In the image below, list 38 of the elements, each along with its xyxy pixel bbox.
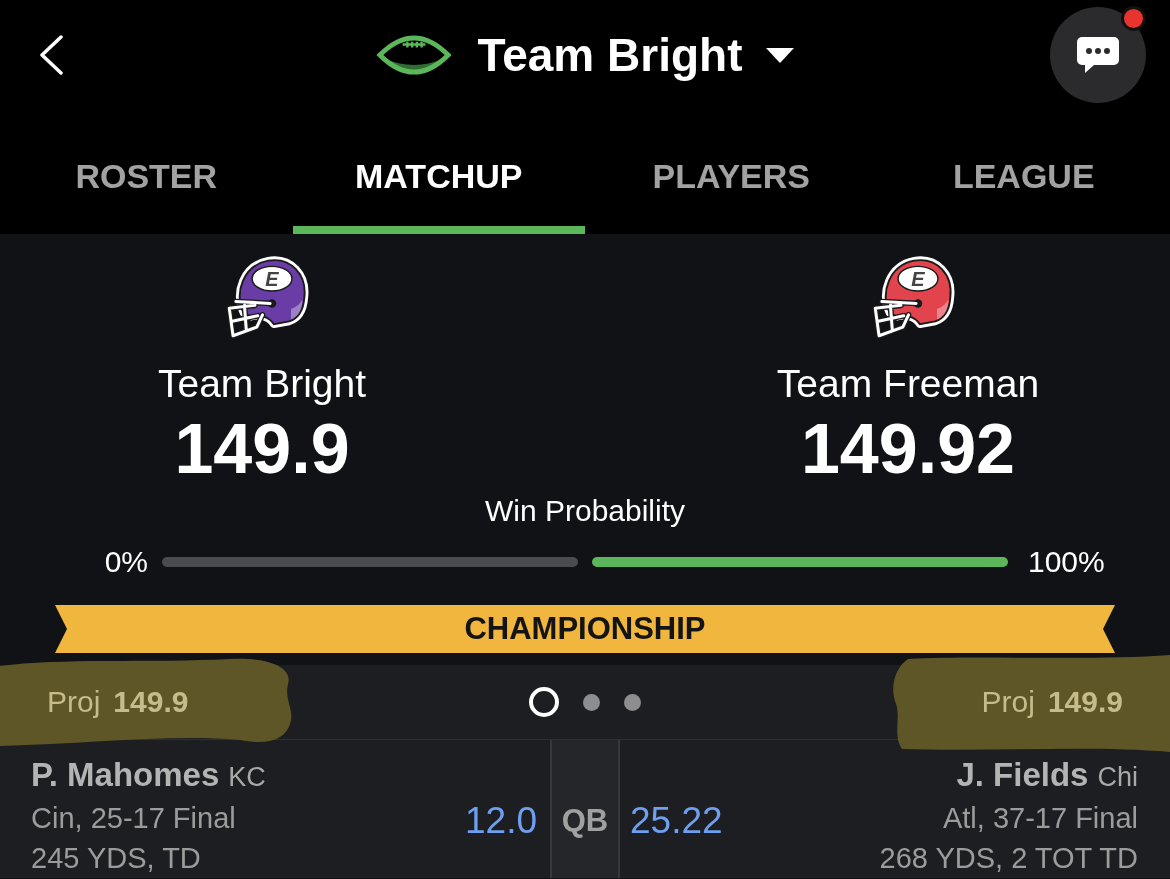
team-score: 149.92: [800, 413, 1016, 485]
player-points: 25.22: [630, 799, 723, 843]
caret-down-icon: [766, 47, 795, 63]
player-team: Chi: [1097, 761, 1138, 794]
win-probability-reading: 0%: [104, 544, 148, 580]
win-probability-reading: 100%: [1028, 544, 1105, 580]
player-stats: 268 YDS, 2 TOT TD: [879, 841, 1138, 876]
championship-banner: CHAMPIONSHIP: [55, 605, 1115, 653]
team-name: Team Freeman: [776, 361, 1040, 407]
projection-value: 149.9: [113, 684, 189, 720]
player-name[interactable]: J. Fields: [956, 754, 1089, 796]
projection-label: Proj: [981, 684, 1035, 720]
tab[interactable]: MATCHUP: [292, 110, 585, 234]
player-name[interactable]: P. Mahomes: [31, 754, 220, 796]
tab[interactable]: ROSTER: [0, 110, 293, 234]
game-result: Cin, 25-17 Final: [31, 801, 236, 836]
football-icon: [375, 33, 452, 77]
back-button[interactable]: [38, 35, 64, 75]
tab[interactable]: PLAYERS: [585, 110, 878, 234]
helmet-logo-text: E: [264, 267, 279, 290]
page-dot[interactable]: [583, 693, 600, 711]
player-points: 12.0: [465, 799, 537, 843]
team-selector[interactable]: Team Bright: [375, 27, 795, 83]
page-dot[interactable]: [529, 687, 559, 717]
projection-value: 149.9: [1047, 684, 1123, 720]
chat-bubble-icon: [1076, 35, 1120, 75]
chevron-left-icon: [38, 35, 64, 75]
projection-label: Proj: [47, 684, 101, 720]
team-score: 149.9: [174, 413, 350, 485]
team-name: Team Bright: [157, 361, 367, 407]
game-result: Atl, 37-17 Final: [942, 801, 1138, 836]
player-stats: 245 YDS, TD: [31, 841, 201, 876]
page-dot[interactable]: [624, 693, 641, 711]
helmet-logo-text: E: [910, 267, 925, 290]
player-team: KC: [228, 761, 266, 794]
win-probability-label: Win Probability: [484, 493, 686, 529]
tab[interactable]: LEAGUE: [877, 110, 1170, 234]
position-slot: QB: [550, 740, 620, 878]
